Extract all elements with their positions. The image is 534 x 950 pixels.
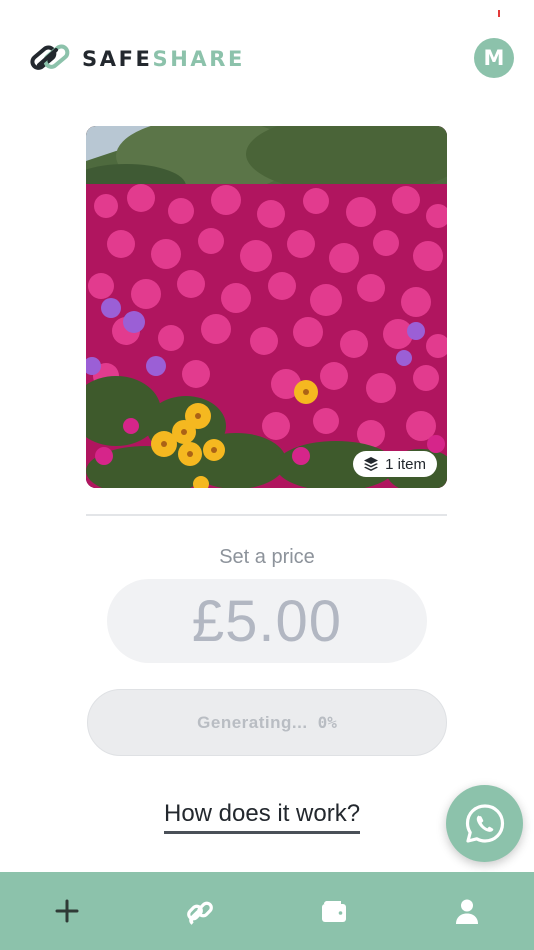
generate-button[interactable]: Generating... 0% xyxy=(87,689,447,756)
how-it-works-link[interactable]: How does it work? xyxy=(164,800,361,834)
nav-links[interactable] xyxy=(134,872,268,950)
user-icon xyxy=(456,899,479,924)
avatar[interactable]: M xyxy=(474,38,514,78)
brand-name-part2: SHARE xyxy=(152,46,245,71)
layers-icon xyxy=(364,457,379,471)
media-preview[interactable]: 1 item xyxy=(86,126,447,488)
section-divider xyxy=(86,514,447,516)
status-indicator xyxy=(498,10,500,17)
whatsapp-share-button[interactable] xyxy=(446,785,523,862)
price-label: Set a price xyxy=(219,546,315,568)
bottom-nav xyxy=(0,872,534,950)
brand-name: SAFESHARE xyxy=(82,46,245,71)
price-value: £5.00 xyxy=(191,588,343,654)
whatsapp-icon xyxy=(465,803,504,843)
link-icon xyxy=(187,901,214,925)
plus-icon xyxy=(55,899,79,923)
app-logo[interactable]: SAFESHARE xyxy=(30,40,245,78)
app-header: SAFESHARE M xyxy=(0,38,534,80)
paperclip-logo-icon xyxy=(30,44,70,70)
nav-add[interactable] xyxy=(0,872,134,950)
brand-name-part1: SAFE xyxy=(82,46,153,71)
price-input[interactable]: £5.00 xyxy=(107,579,427,663)
nav-profile[interactable] xyxy=(401,872,534,950)
item-count-label: 1 item xyxy=(385,455,426,473)
generate-progress: 0% xyxy=(317,713,337,732)
generate-label: Generating... xyxy=(197,712,308,732)
item-count-badge: 1 item xyxy=(353,451,437,477)
flower-photo xyxy=(86,126,447,488)
nav-wallet[interactable] xyxy=(267,872,401,950)
wallet-icon xyxy=(321,901,346,922)
